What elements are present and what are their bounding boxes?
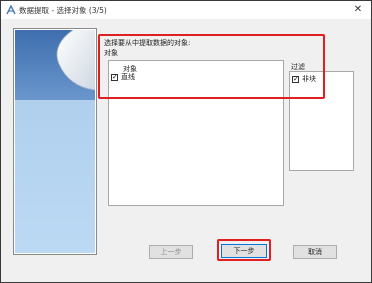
- close-button[interactable]: ✕: [349, 2, 367, 18]
- cancel-button[interactable]: 取消: [293, 245, 337, 259]
- wizard-side-image: [13, 28, 97, 255]
- autocad-icon: [6, 5, 16, 15]
- highlight-annotation: [98, 34, 325, 99]
- window-title: 数据提取 - 选择对象 (3/5): [19, 6, 107, 15]
- close-icon: ✕: [353, 4, 363, 15]
- title-bar: 数据提取 - 选择对象 (3/5) ✕: [1, 1, 371, 19]
- wizard-window: 数据提取 - 选择对象 (3/5) ✕ 选择要从中提取数据的对象: 对象 对象 …: [0, 0, 372, 283]
- back-button[interactable]: 上一步: [149, 245, 193, 259]
- next-highlight-annotation: [217, 239, 271, 261]
